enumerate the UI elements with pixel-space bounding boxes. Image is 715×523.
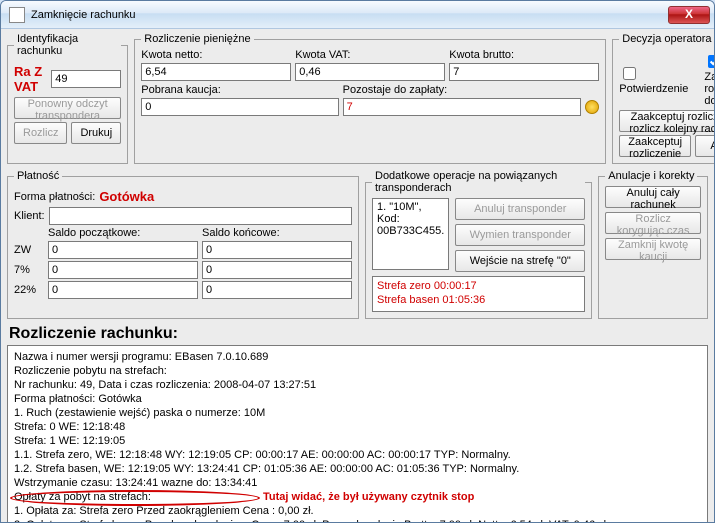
netto-label: Kwota netto: [141, 49, 291, 61]
report-line: 1. Opłata za: Strefa zero Przed zaokrągl… [14, 504, 701, 518]
anuluj-rachunek-button[interactable]: Anuluj cały rachunek [605, 186, 701, 208]
list-item[interactable]: 1. "10M", Kod: 00B733C455. [377, 201, 444, 237]
coin-icon [585, 100, 599, 114]
fieldset-cancellations: Anulacje i korekty Anuluj cały rachunek … [598, 170, 708, 319]
report-line: Strefa: 0 WE: 12:18:48 [14, 420, 701, 434]
report-line: 1.2. Strefa basen, WE: 12:19:05 WY: 13:2… [14, 462, 701, 476]
p7-label: 7% [14, 264, 44, 276]
legend-identification: Identyfikacja rachunku [14, 33, 121, 57]
zone-times-box: Strefa zero 00:00:17 Strefa basen 01:05:… [372, 276, 585, 312]
legend-decision: Decyzja operatora [619, 33, 714, 45]
legend-payment: Płatność [14, 170, 62, 182]
rozlicz-korygujac-button[interactable]: Rozlicz korygując czas [605, 212, 701, 234]
zone-line: Strefa basen 01:05:36 [377, 293, 580, 307]
vat-input[interactable] [295, 63, 445, 81]
fieldset-decision: Decyzja operatora Potwierdzenie Zapisz r… [612, 33, 714, 164]
report-line: Wstrzymanie czasu: 13:24:41 wazne do: 13… [14, 476, 701, 490]
brutto-label: Kwota brutto: [449, 49, 599, 61]
rozlicz-button[interactable]: Rozlicz [14, 122, 67, 144]
report-line: 2. Opłata za: Strefa basen Przed zaokrąg… [14, 518, 701, 523]
p22-pocz-input[interactable] [48, 281, 198, 299]
anuluj-transponder-button[interactable]: Anuluj transponder [455, 198, 585, 220]
account-number-input[interactable] [51, 70, 121, 88]
p22-label: 22% [14, 284, 44, 296]
zw-label: ZW [14, 244, 44, 256]
zone-line: Strefa zero 00:00:17 [377, 279, 580, 293]
potwierdzenie-checkbox[interactable] [623, 67, 636, 80]
drukuj-button[interactable]: Drukuj [71, 122, 121, 144]
window-icon [9, 7, 25, 23]
vat-label: Kwota VAT: [295, 49, 445, 61]
report-box: Nazwa i numer wersji programu: EBasen 7.… [7, 345, 708, 523]
report-line: Forma płatności: Gotówka [14, 392, 701, 406]
legend-cancellations: Anulacje i korekty [605, 170, 697, 182]
zw-konc-input[interactable] [202, 241, 352, 259]
ra-label: Ra Z VAT [14, 64, 47, 94]
p7-konc-input[interactable] [202, 261, 352, 279]
report-title: Rozliczenie rachunku: [9, 325, 708, 343]
klient-input[interactable] [49, 207, 352, 225]
fieldset-additional-ops: Dodatkowe operacje na powiązanych transp… [365, 170, 592, 319]
potwierdzenie-checkbox-label[interactable]: Potwierdzenie [619, 64, 688, 95]
legend-settlement: Rozliczenie pieniężne [141, 33, 253, 45]
report-line: 1. Ruch (zestawienie wejść) paska o nume… [14, 406, 701, 420]
brutto-input[interactable] [449, 63, 599, 81]
window-title: Zamknięcie rachunku [31, 9, 668, 21]
p7-pocz-input[interactable] [48, 261, 198, 279]
report-line: 1.1. Strefa zero, WE: 12:18:48 WY: 12:19… [14, 448, 701, 462]
zw-pocz-input[interactable] [48, 241, 198, 259]
wymien-transponder-button[interactable]: Wymien transponder [455, 224, 585, 246]
report-line: Nr rachunku: 49, Data i czas rozliczenia… [14, 378, 701, 392]
accept-button[interactable]: Zaakceptuj rozliczenie [619, 135, 691, 157]
fieldset-identification: Identyfikacja rachunku Ra Z VAT Ponowny … [7, 33, 128, 164]
saldo-pocz-header: Saldo początkowe: [48, 227, 198, 239]
reread-transponder-button[interactable]: Ponowny odczyt transpondera [14, 97, 121, 119]
report-line: Nazwa i numer wersji programu: EBasen 7.… [14, 350, 701, 364]
transponder-list[interactable]: 1. "10M", Kod: 00B733C455. [372, 198, 449, 270]
kaucja-label: Pobrana kaucja: [141, 84, 338, 96]
netto-input[interactable] [141, 63, 291, 81]
fieldset-payment: Płatność Forma płatności: Gotówka Klient… [7, 170, 359, 319]
report-line: Strefa: 1 WE: 12:19:05 [14, 434, 701, 448]
zamknij-kaucje-button[interactable]: Zamknij kwotę kaucji [605, 238, 701, 260]
wejscie-strefa0-button[interactable]: Wejście na strefę "0" [455, 250, 585, 272]
zapisz-checkbox-label[interactable]: Zapisz rozliczenie do pliku [704, 52, 714, 107]
annotation-note: Tutaj widać, że był używany czytnik stop [263, 490, 474, 504]
zapisz-checkbox[interactable] [708, 55, 714, 68]
saldo-konc-header: Saldo końcowe: [202, 227, 352, 239]
accept-next-button[interactable]: Zaakceptuj rozliczenie i rozlicz kolejny… [619, 110, 714, 132]
forma-label: Forma płatności: [14, 191, 95, 203]
anuluj-button[interactable]: Anuluj [695, 135, 714, 157]
report-line: Rozliczenie pobytu na strefach: [14, 364, 701, 378]
kaucja-input[interactable] [141, 98, 338, 116]
fieldset-settlement: Rozliczenie pieniężne Kwota netto: Kwota… [134, 33, 606, 164]
p22-konc-input[interactable] [202, 281, 352, 299]
klient-label: Klient: [14, 210, 45, 222]
pozost-input[interactable] [343, 98, 582, 116]
close-button[interactable]: X [668, 6, 710, 24]
pozost-label: Pozostaje do zapłaty: [343, 84, 600, 96]
legend-additional-ops: Dodatkowe operacje na powiązanych transp… [372, 170, 585, 194]
forma-value: Gotówka [99, 189, 154, 204]
